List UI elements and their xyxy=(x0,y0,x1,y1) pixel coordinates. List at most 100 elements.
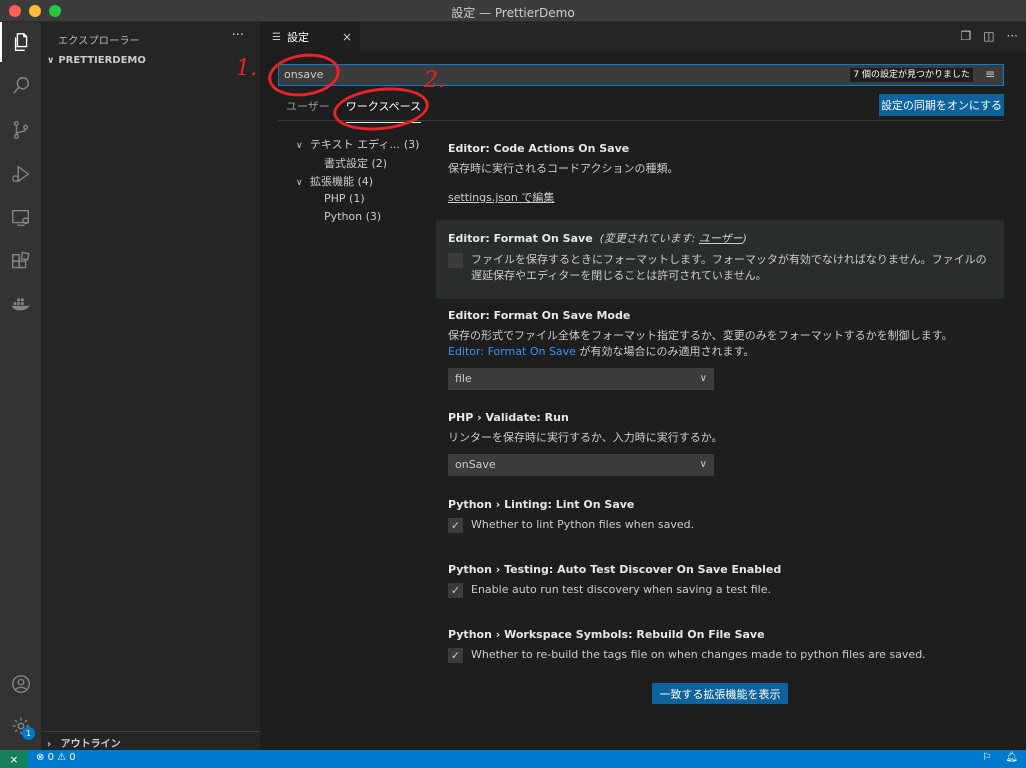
chevron-down-icon: ∨ xyxy=(296,141,303,151)
outline-label: アウトライン xyxy=(60,739,121,750)
settings-file-icon: ☰ xyxy=(272,31,281,43)
setting-title: Editor: Format On Save (変更されています: ユーザー) xyxy=(448,232,747,245)
setting-description: Whether to re-build the tags file on whe… xyxy=(471,648,926,661)
outline-section-header[interactable]: › アウトライン xyxy=(41,731,260,750)
open-settings-json-icon[interactable]: ❐ xyxy=(960,29,971,43)
docker-icon[interactable] xyxy=(0,284,41,324)
close-icon[interactable]: × xyxy=(342,30,352,44)
tab-settings[interactable]: ☰ 設定 × xyxy=(260,22,360,52)
chevron-down-icon: ∨ xyxy=(296,178,303,188)
toc-item[interactable]: PHP (1) xyxy=(296,192,419,211)
chevron-down-icon: ∨ xyxy=(699,373,707,384)
more-actions-icon[interactable]: ··· xyxy=(232,28,244,43)
auto-test-discover-checkbox[interactable]: ✓ xyxy=(448,583,463,598)
title-bar: 設定 — PrettierDemo xyxy=(0,0,1026,22)
status-bar: ⨯ ⊗ 0 ⚠ 0 ⚐ 🔔︎ xyxy=(0,750,1026,768)
annotation-number-two: 2. xyxy=(424,68,445,93)
chevron-down-icon: ∨ xyxy=(699,459,707,470)
manage-gear-icon[interactable]: 1 xyxy=(0,706,41,746)
tab-label: 設定 xyxy=(286,31,309,44)
notification-badge: 1 xyxy=(22,727,35,740)
setting-checkbox-row: ✓ Whether to re-build the tags file on w… xyxy=(448,647,992,663)
setting-format-on-save: Editor: Format On Save (変更されています: ユーザー) … xyxy=(436,220,1004,299)
toc-label: Python (3) xyxy=(324,210,382,223)
setting-php-validate-run: PHP › Validate: Run リンターを保存時に実行するか、入力時に実… xyxy=(436,411,1004,476)
toc-label: PHP (1) xyxy=(324,191,365,205)
setting-description: 保存の形式でファイル全体をフォーマット指定するか、変更のみをフォーマットするかを… xyxy=(448,329,953,358)
explorer-icon[interactable] xyxy=(0,22,41,62)
toc-item[interactable]: ∨ テキスト エディ... (3) xyxy=(296,136,419,155)
filter-icon[interactable]: ≡ xyxy=(985,67,995,81)
account-icon[interactable] xyxy=(0,664,41,704)
toc-label: 書式設定 (2) xyxy=(324,156,388,170)
annotation-number-one: 1. xyxy=(236,56,257,81)
settings-search-input[interactable]: onsave 7 個の設定が見つかりました ≡ xyxy=(278,64,1004,86)
setting-python-rebuild-on-file-save: Python › Workspace Symbols: Rebuild On F… xyxy=(436,628,1004,663)
explorer-sidebar: エクスプローラー ··· ∨ PRETTIERDEMO › アウトライン xyxy=(41,22,260,750)
run-debug-icon[interactable] xyxy=(0,154,41,194)
chevron-right-icon: › xyxy=(47,739,52,750)
setting-title: PHP › Validate: Run xyxy=(448,411,569,424)
error-icon: ⊗ xyxy=(36,752,45,763)
source-control-icon[interactable] xyxy=(0,110,41,150)
show-matching-extensions-button[interactable]: 一致する拡張機能を表示 xyxy=(652,683,788,704)
setting-reference-link[interactable]: Editor: Format On Save xyxy=(448,345,576,358)
settings-sync-button[interactable]: 設定の同期をオンにする xyxy=(879,94,1004,116)
split-editor-icon[interactable]: ◫ xyxy=(983,29,994,43)
more-actions-icon[interactable]: ··· xyxy=(1007,29,1018,43)
toc-label: 拡張機能 (4) xyxy=(310,175,374,188)
activity-bar: 1 xyxy=(0,22,41,750)
toc-item[interactable]: 書式設定 (2) xyxy=(296,155,419,174)
problems-indicator[interactable]: ⊗ 0 ⚠ 0 xyxy=(36,752,76,763)
setting-description: ファイルを保存するときにフォーマットします。フォーマッタが有効でなければなりませ… xyxy=(471,253,987,282)
status-right: ⚐ 🔔︎ xyxy=(982,752,1018,763)
edit-in-settings-json-link[interactable]: settings.json で編集 xyxy=(448,189,554,205)
setting-format-on-save-mode: Editor: Format On Save Mode 保存の形式でファイル全体… xyxy=(436,309,1004,390)
rebuild-on-file-save-checkbox[interactable]: ✓ xyxy=(448,648,463,663)
setting-title: Python › Workspace Symbols: Rebuild On F… xyxy=(448,628,765,641)
setting-python-auto-test-discover: Python › Testing: Auto Test Discover On … xyxy=(436,563,1004,598)
search-result-count: 7 個の設定が見つかりました xyxy=(850,68,973,82)
extensions-icon[interactable] xyxy=(0,242,41,282)
php-validate-run-select[interactable]: onSave ∨ xyxy=(448,454,714,476)
window-title: 設定 — PrettierDemo xyxy=(451,6,575,20)
warning-icon: ⚠ xyxy=(57,752,67,763)
setting-checkbox-row: ✓ Enable auto run test discovery when sa… xyxy=(448,582,992,598)
project-name: PRETTIERDEMO xyxy=(58,55,146,66)
editor-actions: ❐ ◫ ··· xyxy=(960,29,1018,43)
format-on-save-mode-select[interactable]: file ∨ xyxy=(448,368,714,390)
format-on-save-checkbox[interactable] xyxy=(448,253,463,268)
setting-description: Whether to lint Python files when saved. xyxy=(471,518,695,531)
toc-label: テキスト エディ... xyxy=(310,138,400,151)
notifications-bell-icon[interactable]: 🔔︎ xyxy=(1005,752,1018,763)
select-value: file xyxy=(455,372,472,385)
project-folder-header[interactable]: ∨ PRETTIERDEMO xyxy=(47,55,146,66)
modified-indicator: (変更されています: ユーザー) xyxy=(599,232,747,245)
select-value: onSave xyxy=(455,458,496,471)
error-count: 0 xyxy=(47,752,54,763)
toc-item[interactable]: Python (3) xyxy=(296,210,419,229)
modified-scope-link[interactable]: ユーザー xyxy=(699,232,743,245)
settings-toc: ∨ テキスト エディ... (3) 書式設定 (2) ∨ 拡張機能 (4) PHP (… xyxy=(296,136,419,229)
chevron-down-icon: ∨ xyxy=(47,56,55,66)
setting-checkbox-row: ファイルを保存するときにフォーマットします。フォーマッタが有効でなければなりませ… xyxy=(448,252,992,284)
remote-explorer-icon[interactable] xyxy=(0,198,41,238)
setting-description: Enable auto run test discovery when savi… xyxy=(471,583,771,596)
setting-code-actions-on-save: Editor: Code Actions On Save 保存時に実行されるコー… xyxy=(436,142,1004,205)
setting-title: Editor: Format On Save Mode xyxy=(448,309,631,322)
editor-tabs: ☰ 設定 × ❐ ◫ ··· xyxy=(260,22,1026,52)
lint-on-save-checkbox[interactable]: ✓ xyxy=(448,518,463,533)
feedback-icon[interactable]: ⚐ xyxy=(982,752,991,763)
sidebar-title: エクスプローラー xyxy=(58,36,141,47)
warning-count: 0 xyxy=(69,752,76,763)
setting-description: 保存時に実行されるコードアクションの種類。 xyxy=(448,162,679,175)
setting-checkbox-row: ✓ Whether to lint Python files when save… xyxy=(448,517,992,533)
search-icon[interactable] xyxy=(0,66,41,106)
settings-editor: onsave 7 個の設定が見つかりました ≡ ユーザー ワークスペース 設定の… xyxy=(260,52,1026,750)
setting-description: リンターを保存時に実行するか、入力時に実行するか。 xyxy=(448,431,723,444)
setting-python-lint-on-save: Python › Linting: Lint On Save ✓ Whether… xyxy=(436,498,1004,533)
setting-title: Editor: Code Actions On Save xyxy=(448,142,630,155)
toc-item[interactable]: ∨ 拡張機能 (4) xyxy=(296,173,419,192)
toc-count: (3) xyxy=(403,138,420,151)
remote-indicator-icon[interactable]: ⨯ xyxy=(0,750,28,768)
